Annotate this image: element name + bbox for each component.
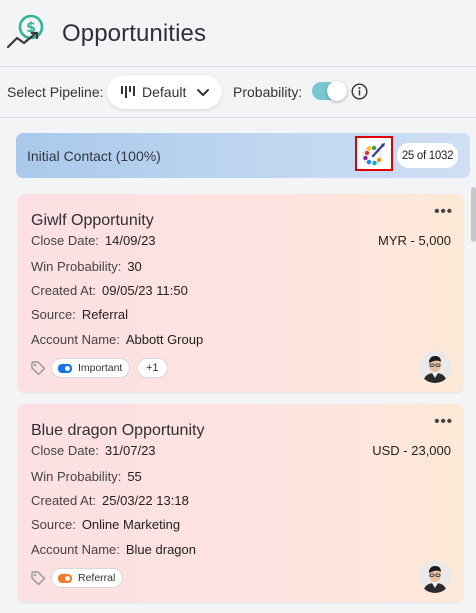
- win-probability-row: Win Probability: 55: [31, 469, 142, 484]
- scrollbar-track[interactable]: [471, 184, 476, 613]
- page-header: $ Opportunities: [0, 0, 476, 66]
- source-label: Source:: [31, 517, 76, 532]
- card-title[interactable]: Giwlf Opportunity: [31, 212, 154, 230]
- close-date-value: 31/07/23: [104, 443, 156, 458]
- source-value: Online Marketing: [81, 517, 181, 532]
- avatar-image: [419, 561, 451, 593]
- close-date-label: Close Date:: [31, 443, 99, 458]
- win-probability-row: Win Probability: 30: [31, 259, 142, 274]
- account-value: Abbott Group: [125, 332, 204, 347]
- info-icon[interactable]: [351, 83, 368, 100]
- source-value: Referral: [81, 307, 129, 322]
- more-tags-button[interactable]: +1: [137, 358, 168, 378]
- amount-value: USD - 23,000: [372, 443, 451, 458]
- win-probability-label: Win Probability:: [31, 469, 122, 484]
- tag-color-swatch: [58, 573, 72, 583]
- chevron-down-icon: [197, 89, 210, 96]
- pipeline-label: Select Pipeline:: [7, 84, 104, 100]
- probability-label: Probability:: [233, 84, 303, 100]
- tag-referral[interactable]: Referral: [51, 568, 124, 588]
- win-probability-label: Win Probability:: [31, 259, 122, 274]
- stage-count-badge: 25 of 1032: [397, 143, 458, 168]
- card-title[interactable]: Blue dragon Opportunity: [31, 422, 204, 440]
- avatar[interactable]: [419, 561, 451, 593]
- amount-value: MYR - 5,000: [378, 233, 451, 248]
- created-at-label: Created At:: [31, 283, 97, 298]
- account-row: Account Name: Abbott Group: [31, 332, 203, 347]
- account-label: Account Name:: [31, 542, 120, 557]
- account-value: Blue dragon: [125, 542, 196, 557]
- toolbar-divider: [0, 117, 476, 118]
- more-dots-icon[interactable]: •••: [434, 414, 453, 429]
- dollar-trend-logo-icon: $: [7, 14, 44, 49]
- created-at-row: Created At: 25/03/22 13:18: [31, 493, 189, 508]
- opportunity-card[interactable]: Giwlf Opportunity ••• Close Date: 14/09/2…: [18, 194, 463, 392]
- tag-color-swatch: [58, 363, 72, 373]
- source-row: Source: Referral: [31, 307, 128, 322]
- opportunity-card[interactable]: Blue dragon Opportunity ••• Close Date: 3…: [18, 404, 463, 602]
- page-title: Opportunities: [62, 20, 207, 47]
- avatar-image: [419, 351, 451, 383]
- tag-icon: [31, 571, 46, 586]
- source-row: Source: Online Marketing: [31, 517, 180, 532]
- win-probability-value: 55: [127, 469, 142, 484]
- tag-label: Referral: [78, 572, 116, 584]
- tag-important[interactable]: Important: [51, 358, 131, 378]
- close-date-row: Close Date: 14/09/23: [31, 233, 156, 248]
- probability-toggle[interactable]: [312, 81, 347, 101]
- stage-title: Initial Contact (100%): [27, 148, 161, 164]
- avatar[interactable]: [419, 351, 451, 383]
- pipeline-icon: [121, 86, 135, 98]
- tag-icon: [31, 361, 46, 376]
- pipeline-select[interactable]: Default: [107, 75, 222, 109]
- source-label: Source:: [31, 307, 76, 322]
- scrollbar-thumb[interactable]: [471, 187, 476, 242]
- tag-label: Important: [78, 362, 123, 374]
- stage-color-button[interactable]: [355, 136, 393, 171]
- close-date-value: 14/09/23: [104, 233, 156, 248]
- win-probability-value: 30: [127, 259, 142, 274]
- created-at-value: 09/05/23 11:50: [102, 283, 188, 298]
- created-at-label: Created At:: [31, 493, 97, 508]
- created-at-row: Created At: 09/05/23 11:50: [31, 283, 188, 298]
- close-date-label: Close Date:: [31, 233, 99, 248]
- account-label: Account Name:: [31, 332, 120, 347]
- filter-toolbar: Select Pipeline: Default Probability:: [0, 67, 476, 117]
- pipeline-select-value: Default: [142, 84, 187, 100]
- more-dots-icon[interactable]: •••: [434, 204, 453, 219]
- created-at-value: 25/03/22 13:18: [102, 493, 189, 508]
- close-date-row: Close Date: 31/07/23: [31, 443, 156, 458]
- color-palette-icon: [362, 142, 385, 165]
- stage-column-header: Initial Contact (100%) 25 of 1032: [16, 133, 470, 178]
- account-row: Account Name: Blue dragon: [31, 542, 196, 557]
- toggle-knob: [327, 81, 347, 101]
